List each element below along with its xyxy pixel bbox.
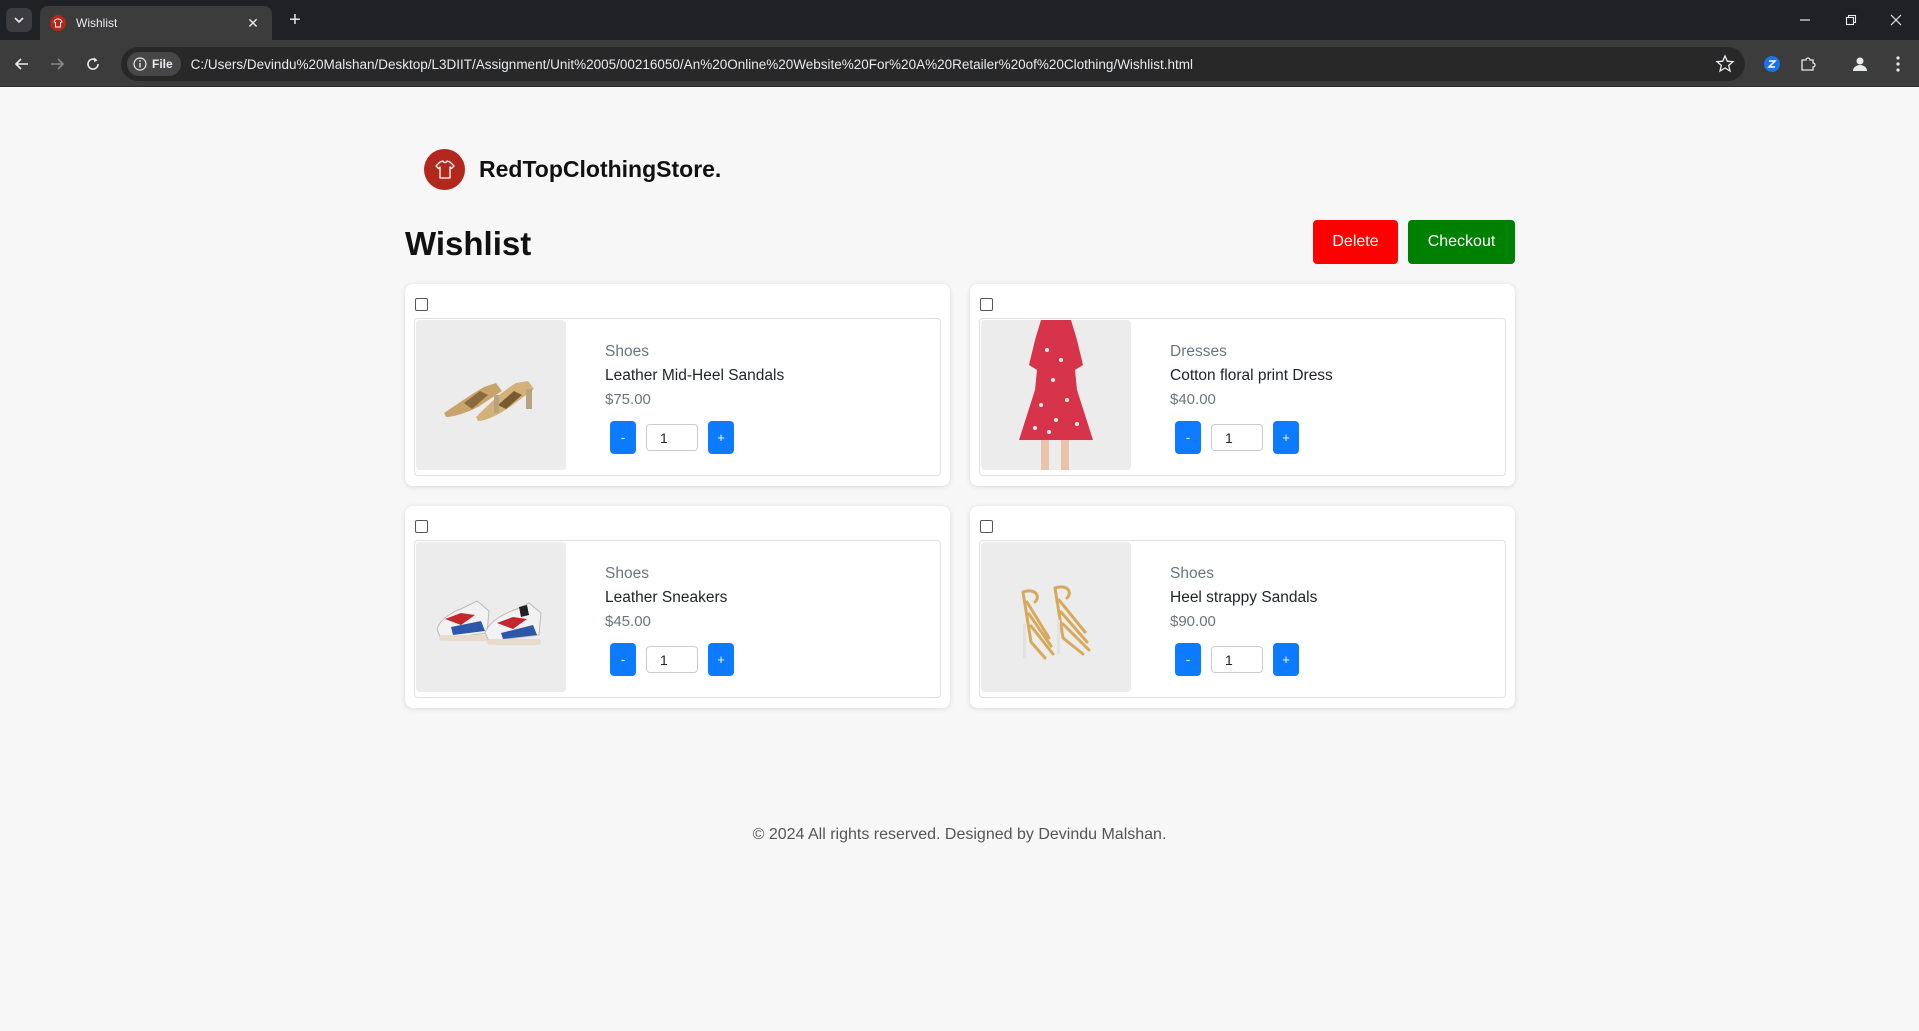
quantity-input[interactable] (646, 646, 698, 673)
product-name: Leather Mid-Heel Sandals (605, 367, 785, 384)
site-favicon-icon (50, 15, 66, 31)
profile-button[interactable] (1847, 51, 1873, 77)
quantity-stepper: - + (1175, 643, 1299, 676)
reload-button[interactable] (80, 51, 106, 77)
select-checkbox[interactable] (980, 520, 993, 533)
brand-name: RedTopClothingStore. (479, 156, 722, 182)
close-tab-icon[interactable]: ✕ (244, 15, 262, 32)
minimize-window-button[interactable] (1782, 0, 1828, 40)
site-info-chip[interactable]: File (127, 52, 181, 76)
select-checkbox[interactable] (415, 520, 428, 533)
floral-dress-icon (981, 320, 1131, 470)
kebab-menu-icon (1896, 56, 1900, 72)
quantity-input[interactable] (646, 424, 698, 451)
select-checkbox[interactable] (415, 298, 428, 311)
sneaker-icon (416, 542, 566, 692)
extensions-menu-button[interactable] (1795, 51, 1821, 77)
address-bar[interactable]: File C:/Users/Devindu%20Malshan/Desktop/… (121, 47, 1745, 81)
decrease-quantity-button[interactable]: - (1175, 421, 1201, 454)
address-chip-label: File (152, 57, 173, 71)
decrease-quantity-button[interactable]: - (610, 643, 636, 676)
wishlist-card: Shoes Leather Mid-Heel Sandals $75.00 - … (405, 284, 950, 486)
close-window-button[interactable] (1873, 0, 1919, 40)
increase-quantity-button[interactable]: + (1273, 643, 1299, 676)
wishlist-card: Shoes Heel strappy Sandals $90.00 - + (970, 506, 1515, 708)
product-name: Leather Sneakers (605, 589, 728, 606)
browser-tab-wishlist[interactable]: Wishlist ✕ (40, 6, 272, 40)
profile-icon (1853, 57, 1867, 71)
quantity-input[interactable] (1211, 646, 1263, 673)
reload-icon (87, 57, 99, 70)
star-icon (1715, 54, 1735, 73)
delete-button[interactable]: Delete (1313, 220, 1398, 264)
extension-badge-icon (1764, 56, 1780, 72)
quantity-input[interactable] (1211, 424, 1263, 451)
increase-quantity-button[interactable]: + (1273, 421, 1299, 454)
quantity-stepper: - + (1175, 421, 1299, 454)
product-info: Shoes Heel strappy Sandals $90.00 (1170, 565, 1317, 630)
product-price: $75.00 (605, 391, 651, 408)
quantity-stepper: - + (610, 421, 734, 454)
page-title: Wishlist (405, 225, 532, 262)
product-name: Heel strappy Sandals (1170, 589, 1318, 606)
close-icon (1890, 14, 1902, 26)
arrow-left-icon (14, 58, 28, 70)
new-tab-button[interactable]: + (282, 8, 308, 32)
brand[interactable]: RedTopClothingStore. (424, 149, 721, 190)
product-category: Shoes (1170, 565, 1214, 582)
page-content: RedTopClothingStore. Wishlist Delete Che… (0, 87, 1919, 1031)
product-name: Cotton floral print Dress (1170, 367, 1333, 384)
decrease-quantity-button[interactable]: - (1175, 643, 1201, 676)
product-info: Shoes Leather Sneakers $45.00 (605, 565, 727, 630)
product-panel: Shoes Leather Sneakers $45.00 - + (414, 540, 941, 698)
tab-search-button[interactable] (6, 8, 32, 32)
checkout-button[interactable]: Checkout (1408, 220, 1515, 264)
bookmark-star-button[interactable] (1715, 54, 1735, 79)
puzzle-icon (1801, 57, 1816, 71)
product-info: Dresses Cotton floral print Dress $40.00 (1170, 343, 1333, 408)
restore-window-button[interactable] (1828, 0, 1874, 40)
product-info: Shoes Leather Mid-Heel Sandals $75.00 (605, 343, 784, 408)
info-icon (133, 57, 147, 71)
product-panel: Dresses Cotton floral print Dress $40.00… (979, 318, 1506, 476)
product-price: $40.00 (1170, 391, 1216, 408)
decrease-quantity-button[interactable]: - (610, 421, 636, 454)
product-price: $45.00 (605, 613, 651, 630)
product-category: Shoes (605, 343, 649, 360)
snakeskin-sandal-icon (416, 320, 566, 470)
product-category: Dresses (1170, 343, 1227, 360)
footer-copyright: © 2024 All rights reserved. Designed by … (752, 826, 1167, 843)
wishlist-card: Shoes Leather Sneakers $45.00 - + (405, 506, 950, 708)
tab-title: Wishlist (76, 16, 118, 30)
quantity-stepper: - + (610, 643, 734, 676)
browser-toolbar: File C:/Users/Devindu%20Malshan/Desktop/… (0, 40, 1919, 87)
increase-quantity-button[interactable]: + (708, 643, 734, 676)
product-panel: Shoes Leather Mid-Heel Sandals $75.00 - … (414, 318, 941, 476)
product-panel: Shoes Heel strappy Sandals $90.00 - + (979, 540, 1506, 698)
chevron-down-icon (14, 17, 24, 24)
minimize-icon (1800, 19, 1810, 21)
restore-icon (1845, 14, 1857, 26)
tshirt-logo-icon (424, 149, 465, 190)
url-text[interactable]: C:/Users/Devindu%20Malshan/Desktop/L3DII… (191, 57, 1193, 72)
product-price: $90.00 (1170, 613, 1216, 630)
wishlist-card: Dresses Cotton floral print Dress $40.00… (970, 284, 1515, 486)
back-button[interactable] (9, 51, 35, 77)
forward-button[interactable] (44, 51, 70, 77)
product-category: Shoes (605, 565, 649, 582)
extension-button[interactable] (1759, 51, 1785, 77)
strappy-heel-icon (981, 542, 1131, 692)
select-checkbox[interactable] (980, 298, 993, 311)
browser-menu-button[interactable] (1885, 51, 1911, 77)
increase-quantity-button[interactable]: + (708, 421, 734, 454)
browser-tabstrip: Wishlist ✕ + (0, 0, 1919, 40)
arrow-right-icon (51, 58, 65, 70)
